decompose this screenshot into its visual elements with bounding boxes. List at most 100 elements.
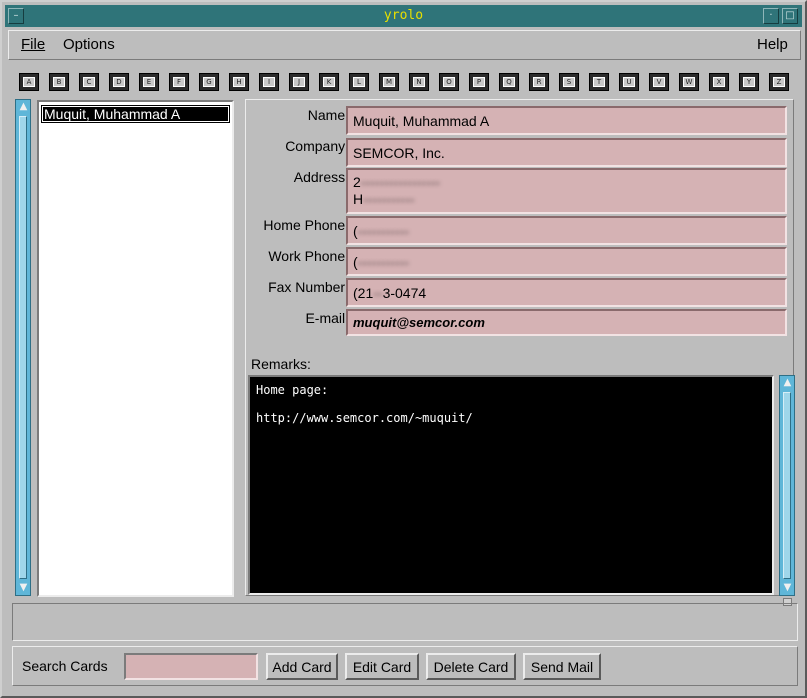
- alpha-tab-w[interactable]: W: [679, 73, 699, 91]
- alpha-tab-label: S: [563, 77, 575, 87]
- alpha-tab-q[interactable]: Q: [499, 73, 519, 91]
- redacted-text: -----------: [357, 223, 409, 239]
- scroll-down-arrow-icon[interactable]: ▼: [17, 581, 30, 595]
- alpha-tab-x[interactable]: X: [709, 73, 729, 91]
- email-value: muquit@semcor.com: [353, 315, 485, 330]
- email-field[interactable]: muquit@semcor.com: [346, 309, 787, 336]
- work-phone-label: Work Phone:: [268, 248, 349, 264]
- alpha-tab-h[interactable]: H: [229, 73, 249, 91]
- send-mail-button[interactable]: Send Mail: [523, 653, 601, 680]
- alpha-tab-label: I: [263, 77, 275, 87]
- name-value: Muquit, Muhammad A: [353, 113, 490, 129]
- card-list-scrollbar[interactable]: ▲ ▼: [15, 99, 31, 596]
- remarks-label: Remarks:: [251, 356, 311, 372]
- redacted-text: -----------------: [360, 174, 441, 190]
- alpha-tab-label: F: [173, 77, 185, 87]
- menu-help[interactable]: Help: [757, 36, 788, 53]
- alpha-tab-n[interactable]: N: [409, 73, 429, 91]
- application-window: – yrolo · □ File Options Help A B C D E F G H I J…: [0, 0, 807, 698]
- alpha-tab-label: X: [713, 77, 725, 87]
- alpha-tab-s[interactable]: S: [559, 73, 579, 91]
- menu-file-label: File: [21, 36, 46, 53]
- alpha-tab-y[interactable]: Y: [739, 73, 759, 91]
- alpha-tab-label: R: [533, 77, 545, 87]
- maximize-icon[interactable]: □: [782, 8, 798, 24]
- alpha-tab-label: O: [443, 77, 455, 87]
- minimize-icon[interactable]: ·: [763, 8, 779, 24]
- alpha-tab-u[interactable]: U: [619, 73, 639, 91]
- alpha-tab-i[interactable]: I: [259, 73, 279, 91]
- alpha-tab-label: Z: [773, 77, 785, 87]
- alpha-tab-f[interactable]: F: [169, 73, 189, 91]
- window-title: yrolo: [383, 8, 424, 23]
- alpha-tab-p[interactable]: P: [469, 73, 489, 91]
- alpha-tab-v[interactable]: V: [649, 73, 669, 91]
- alpha-tab-t[interactable]: T: [589, 73, 609, 91]
- title-bar[interactable]: – yrolo · □: [5, 5, 802, 27]
- menu-options-label: Options: [63, 36, 115, 53]
- remarks-scrollbar[interactable]: ▲ ▼: [779, 375, 795, 596]
- company-field[interactable]: SEMCOR, Inc.: [346, 138, 787, 167]
- alpha-tab-label: T: [593, 77, 605, 87]
- menu-options[interactable]: Options: [63, 36, 115, 53]
- search-cards-label: Search Cards: [22, 658, 108, 674]
- alpha-tab-label: M: [383, 77, 395, 87]
- alpha-tab-c[interactable]: C: [79, 73, 99, 91]
- alpha-tab-label: Y: [743, 77, 755, 87]
- alpha-tab-o[interactable]: O: [439, 73, 459, 91]
- card-list[interactable]: Muquit, Muhammad A: [37, 100, 234, 597]
- status-bar: [12, 603, 798, 641]
- alpha-tab-m[interactable]: M: [379, 73, 399, 91]
- alpha-tab-r[interactable]: R: [529, 73, 549, 91]
- address-line-2: H: [353, 191, 364, 207]
- fax-field[interactable]: (21--3-0474: [346, 278, 787, 307]
- alpha-tab-label: K: [323, 77, 335, 87]
- remarks-textarea[interactable]: Home page: http://www.semcor.com/~muquit…: [248, 375, 774, 595]
- name-label: Name:: [307, 107, 349, 123]
- alpha-tab-b[interactable]: B: [49, 73, 69, 91]
- menu-help-label: Help: [757, 36, 788, 53]
- alpha-tab-e[interactable]: E: [139, 73, 159, 91]
- add-card-button[interactable]: Add Card: [266, 653, 338, 680]
- redacted-text: -----------: [357, 254, 409, 270]
- alpha-tab-j[interactable]: J: [289, 73, 309, 91]
- alpha-tab-label: G: [203, 77, 215, 87]
- fax-label: Fax Number:: [268, 279, 349, 295]
- remarks-line: Home page:: [256, 383, 329, 397]
- search-cards-input[interactable]: [124, 653, 258, 680]
- alpha-tab-label: A: [23, 77, 35, 87]
- scroll-down-arrow-icon[interactable]: ▼: [781, 581, 794, 595]
- alpha-tab-label: P: [473, 77, 485, 87]
- edit-card-button[interactable]: Edit Card: [345, 653, 419, 680]
- alpha-tab-l[interactable]: L: [349, 73, 369, 91]
- scroll-thumb[interactable]: [19, 116, 27, 579]
- alpha-tab-label: H: [233, 77, 245, 87]
- scroll-up-arrow-icon[interactable]: ▲: [17, 100, 30, 114]
- name-field[interactable]: Muquit, Muhammad A: [346, 106, 787, 135]
- alpha-tab-a[interactable]: A: [19, 73, 39, 91]
- alpha-tab-z[interactable]: Z: [769, 73, 789, 91]
- alpha-tab-label: D: [113, 77, 125, 87]
- list-item[interactable]: Muquit, Muhammad A: [41, 105, 230, 123]
- company-value: SEMCOR, Inc.: [353, 145, 445, 161]
- alpha-tab-d[interactable]: D: [109, 73, 129, 91]
- redacted-text: -----------: [363, 191, 415, 207]
- alpha-tab-label: N: [413, 77, 425, 87]
- alpha-tab-label: W: [683, 77, 695, 87]
- home-phone-field[interactable]: (-----------: [346, 216, 787, 245]
- remarks-line: http://www.semcor.com/~muquit/: [256, 411, 473, 425]
- alpha-tab-label: L: [353, 77, 365, 87]
- address-field[interactable]: 2----------------- H-----------: [346, 168, 787, 214]
- address-line-1: 2: [353, 174, 361, 190]
- home-phone-label: Home Phone:: [263, 217, 349, 233]
- address-label: Address:: [293, 169, 349, 185]
- alpha-tab-label: U: [623, 77, 635, 87]
- scroll-thumb[interactable]: [783, 392, 791, 579]
- alpha-tab-label: C: [83, 77, 95, 87]
- work-phone-field[interactable]: (-----------: [346, 247, 787, 276]
- menu-file[interactable]: File: [21, 36, 45, 53]
- scroll-up-arrow-icon[interactable]: ▲: [781, 376, 794, 390]
- delete-card-button[interactable]: Delete Card: [426, 653, 516, 680]
- alpha-tab-g[interactable]: G: [199, 73, 219, 91]
- alpha-tab-k[interactable]: K: [319, 73, 339, 91]
